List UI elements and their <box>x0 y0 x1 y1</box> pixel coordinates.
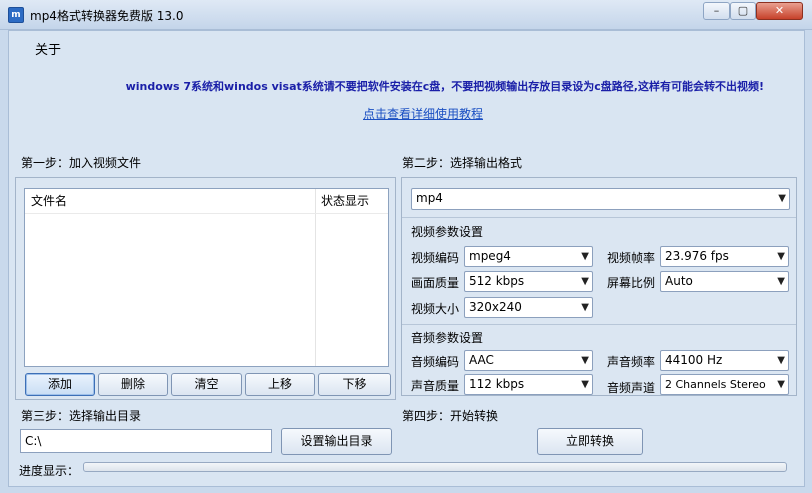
close-button[interactable]: ✕ <box>756 2 803 20</box>
output-directory-field[interactable]: C:\ <box>20 429 272 453</box>
output-format-value: mp4 <box>416 191 443 205</box>
audio-quality-select[interactable]: 112 kbps ▼ <box>464 374 593 395</box>
chevron-down-icon: ▼ <box>777 379 785 390</box>
video-codec-label: 视频编码 <box>411 251 460 265</box>
file-list-panel: 文件名 状态显示 添加 删除 清空 上移 下移 <box>15 177 396 400</box>
video-quality-value: 512 kbps <box>469 274 525 288</box>
audio-channels-value: 2 Channels Stereo <box>665 378 766 391</box>
column-filename[interactable]: 文件名 <box>31 189 67 213</box>
sample-rate-value: 44100 Hz <box>665 353 723 367</box>
chevron-down-icon: ▼ <box>581 251 589 262</box>
menu-about[interactable]: 关于 <box>35 39 61 58</box>
add-file-button[interactable]: 添加 <box>25 373 95 396</box>
progress-label: 进度显示： <box>19 464 80 478</box>
video-size-value: 320x240 <box>469 300 522 314</box>
chevron-down-icon: ▼ <box>777 251 785 262</box>
window-title: mp4格式转换器免费版 13.0 <box>30 9 184 23</box>
aspect-ratio-select[interactable]: Auto ▼ <box>660 271 789 292</box>
audio-codec-label: 音频编码 <box>411 355 460 369</box>
format-panel: mp4 ▼ 视频参数设置 视频编码 mpeg4 ▼ 视频帧率 23.976 fp… <box>401 177 797 396</box>
move-up-button[interactable]: 上移 <box>245 373 315 396</box>
divider <box>402 217 796 218</box>
step1-label: 第一步：加入视频文件 <box>21 156 142 170</box>
video-framerate-select[interactable]: 23.976 fps ▼ <box>660 246 789 267</box>
audio-settings-title: 音频参数设置 <box>411 331 484 345</box>
video-codec-value: mpeg4 <box>469 249 511 263</box>
audio-codec-value: AAC <box>469 353 494 367</box>
step3-label: 第三步：选择输出目录 <box>21 409 142 423</box>
chevron-down-icon: ▼ <box>581 302 589 313</box>
clear-list-button[interactable]: 清空 <box>171 373 242 396</box>
move-down-button[interactable]: 下移 <box>318 373 391 396</box>
start-convert-button[interactable]: 立即转换 <box>537 428 643 455</box>
video-framerate-value: 23.976 fps <box>665 249 729 263</box>
step2-label: 第二步：选择输出格式 <box>402 156 523 170</box>
video-settings-title: 视频参数设置 <box>411 225 484 239</box>
step4-label: 第四步：开始转换 <box>402 409 499 423</box>
video-quality-select[interactable]: 512 kbps ▼ <box>464 271 593 292</box>
chevron-down-icon: ▼ <box>581 276 589 287</box>
output-format-select[interactable]: mp4 ▼ <box>411 188 790 210</box>
progress-bar <box>83 462 787 472</box>
audio-codec-select[interactable]: AAC ▼ <box>464 350 593 371</box>
video-codec-select[interactable]: mpeg4 ▼ <box>464 246 593 267</box>
chevron-down-icon: ▼ <box>778 193 786 204</box>
chevron-down-icon: ▼ <box>777 355 785 366</box>
file-list[interactable]: 文件名 状态显示 <box>24 188 389 367</box>
sample-rate-select[interactable]: 44100 Hz ▼ <box>660 350 789 371</box>
video-quality-label: 画面质量 <box>411 276 460 290</box>
divider <box>402 324 796 325</box>
video-framerate-label: 视频帧率 <box>607 251 656 265</box>
header-divider <box>25 213 388 214</box>
minimize-button[interactable]: – <box>703 2 730 20</box>
aspect-ratio-label: 屏幕比例 <box>607 276 656 290</box>
audio-channels-select[interactable]: 2 Channels Stereo ▼ <box>660 374 789 395</box>
column-status[interactable]: 状态显示 <box>321 189 369 213</box>
help-tutorial-link[interactable]: 点击查看详细使用教程 <box>363 105 483 122</box>
audio-quality-label: 声音质量 <box>411 379 460 393</box>
app-logo-icon: m <box>8 7 24 23</box>
sample-rate-label: 声音频率 <box>607 355 656 369</box>
set-output-directory-button[interactable]: 设置输出目录 <box>281 428 392 455</box>
aspect-ratio-value: Auto <box>665 274 693 288</box>
title-bar: m mp4格式转换器免费版 13.0 – ▢ ✕ <box>0 0 812 30</box>
column-divider <box>315 189 316 366</box>
audio-quality-value: 112 kbps <box>469 377 525 391</box>
chevron-down-icon: ▼ <box>777 276 785 287</box>
audio-channels-label: 音频声道 <box>607 381 656 395</box>
notice-text: windows 7系统和windos visat系统请不要把软件安装在c盘，不要… <box>125 80 764 93</box>
video-size-label: 视频大小 <box>411 302 460 316</box>
video-size-select[interactable]: 320x240 ▼ <box>464 297 593 318</box>
delete-file-button[interactable]: 删除 <box>98 373 168 396</box>
main-window: 关于 windows 7系统和windos visat系统请不要把软件安装在c盘… <box>8 30 805 487</box>
chevron-down-icon: ▼ <box>581 379 589 390</box>
chevron-down-icon: ▼ <box>581 355 589 366</box>
maximize-button[interactable]: ▢ <box>730 2 756 20</box>
